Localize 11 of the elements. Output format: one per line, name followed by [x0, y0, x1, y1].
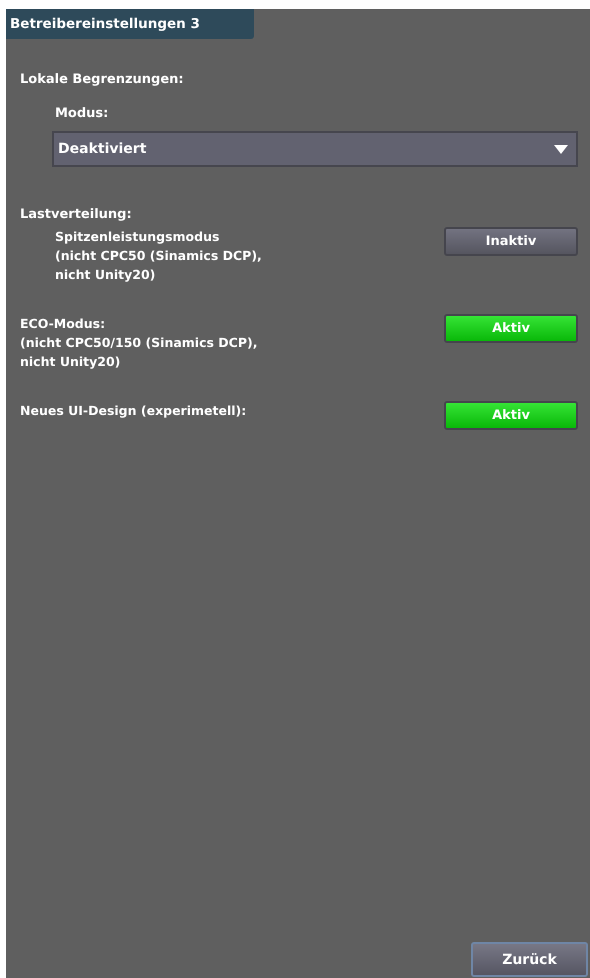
panel-title: Betreibereinstellungen 3 [6, 9, 254, 39]
setting-label: Neues UI-Design (experimetell): [20, 402, 246, 420]
back-button[interactable]: Zurück [471, 942, 588, 977]
setting-label: ECO-Modus: (nicht CPC50/150 (Sinamics DCP), nicht Unity20) [20, 315, 258, 371]
caret-icon [554, 144, 568, 154]
setting-label: Spitzenleistungsmodus (nicht CPC50 (Sinamics DCP), nicht Unity20) [54, 228, 262, 284]
section-heading: Lokale Begrenzungen: [20, 72, 185, 87]
field-label: Modus: [55, 106, 110, 121]
mode-dropdown[interactable]: Deaktiviert [52, 131, 578, 167]
toggle-button[interactable]: Inaktiv [444, 227, 578, 256]
section-heading: Lastverteilung: [20, 207, 133, 222]
